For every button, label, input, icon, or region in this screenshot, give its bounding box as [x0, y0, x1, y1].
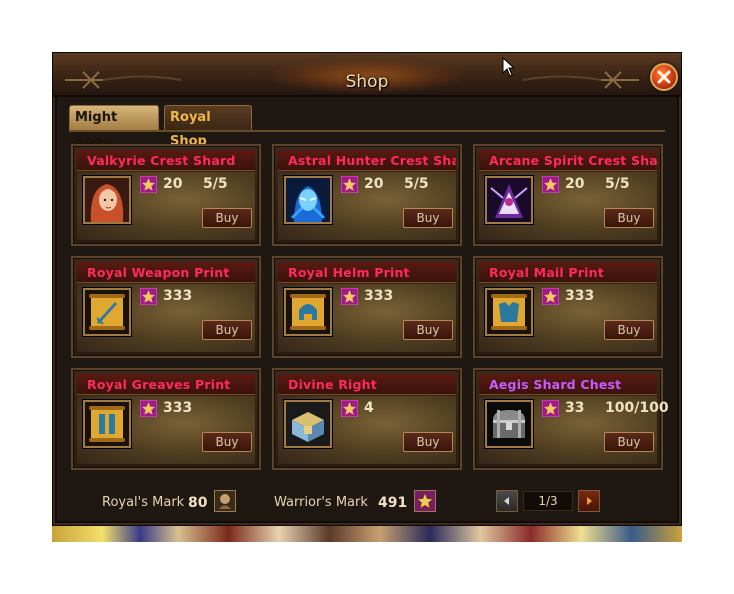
shop-item-card: Divine Right 4 Buy	[272, 368, 462, 470]
shop-item-card: Royal Weapon Print 333 Buy	[71, 256, 261, 358]
buy-button[interactable]: Buy	[403, 320, 453, 340]
title-bar: Shop	[53, 53, 681, 97]
item-name: Valkyrie Crest Shard	[87, 153, 236, 168]
item-purchase-limit: 5/5	[404, 176, 429, 192]
helm-scroll-icon[interactable]	[284, 288, 332, 336]
mail-scroll-icon[interactable]	[485, 288, 533, 336]
item-price: 20	[565, 176, 585, 192]
item-name-banner: Astral Hunter Crest Shard	[278, 150, 456, 171]
item-body: 33 100/100 Buy	[479, 396, 669, 464]
treasure-chest-icon[interactable]	[485, 400, 533, 448]
buy-button[interactable]: Buy	[202, 208, 252, 228]
tab-royal-shop[interactable]: Royal Shop	[164, 105, 252, 149]
close-icon	[657, 70, 671, 84]
item-name: Arcane Spirit Crest Shard	[489, 153, 657, 168]
item-purchase-limit: 5/5	[203, 176, 228, 192]
item-name: Royal Weapon Print	[87, 265, 230, 280]
might-currency-icon	[542, 288, 559, 305]
background-game-strip	[52, 526, 682, 542]
might-currency-icon	[341, 176, 358, 193]
item-name: Royal Greaves Print	[87, 377, 231, 392]
item-name: Aegis Shard Chest	[489, 377, 622, 392]
previous-page-button[interactable]	[496, 490, 518, 512]
item-body: 333 Buy	[278, 284, 456, 352]
item-price: 333	[565, 288, 595, 304]
footer-bar: Royal's Mark 80 Warrior's Mark 491 1/3	[69, 485, 665, 521]
shop-item-card: Aegis Shard Chest 33 100/100 Buy	[473, 368, 669, 470]
item-purchase-limit: 5/5	[605, 176, 630, 192]
tab-might-shop[interactable]: Might Shop	[69, 105, 159, 149]
might-currency-icon	[140, 400, 157, 417]
item-name-banner: Valkyrie Crest Shard	[77, 150, 255, 171]
next-page-button[interactable]	[578, 490, 600, 512]
item-body: 333 Buy	[77, 396, 255, 464]
buy-button[interactable]: Buy	[202, 320, 252, 340]
buy-button[interactable]: Buy	[202, 432, 252, 452]
buy-button[interactable]: Buy	[604, 208, 654, 228]
warrior-mark-icon	[414, 490, 436, 512]
item-body: 4 Buy	[278, 396, 456, 464]
item-name-banner: Divine Right	[278, 374, 456, 395]
shop-window: Shop Might Shop Royal Shop Valkyrie Cres…	[52, 52, 682, 526]
buy-button[interactable]: Buy	[403, 432, 453, 452]
item-name-banner: Aegis Shard Chest	[479, 374, 657, 395]
shop-item-card: Valkyrie Crest Shard 20 5/5 Buy	[71, 144, 261, 246]
page-indicator: 1/3	[523, 491, 573, 511]
arrow-right-icon	[587, 497, 592, 505]
buy-button[interactable]: Buy	[604, 320, 654, 340]
might-currency-icon	[542, 176, 559, 193]
buy-button[interactable]: Buy	[604, 432, 654, 452]
valkyrie-portrait-icon[interactable]	[83, 176, 131, 224]
buy-button[interactable]: Buy	[403, 208, 453, 228]
item-price: 333	[364, 288, 394, 304]
greaves-scroll-icon[interactable]	[83, 400, 131, 448]
item-purchase-limit: 100/100	[605, 400, 669, 416]
close-button[interactable]	[650, 63, 678, 91]
royal-mark-icon	[214, 490, 236, 512]
item-name: Royal Mail Print	[489, 265, 604, 280]
shop-item-card: Royal Greaves Print 333 Buy	[71, 368, 261, 470]
item-body: 20 5/5 Buy	[278, 172, 456, 240]
item-price: 333	[163, 288, 193, 304]
item-name-banner: Royal Weapon Print	[77, 262, 255, 283]
astral-hunter-portrait-icon[interactable]	[284, 176, 332, 224]
might-currency-icon	[140, 288, 157, 305]
warrior-mark-value: 491	[378, 495, 408, 511]
item-name-banner: Royal Helm Print	[278, 262, 456, 283]
royal-mark-label: Royal's Mark	[102, 495, 185, 510]
might-currency-icon	[341, 400, 358, 417]
might-currency-icon	[140, 176, 157, 193]
arcane-spirit-portrait-icon[interactable]	[485, 176, 533, 224]
item-name: Divine Right	[288, 377, 377, 392]
might-currency-icon	[542, 400, 559, 417]
divine-right-chest-icon[interactable]	[284, 400, 332, 448]
might-currency-icon	[341, 288, 358, 305]
arrow-left-icon	[504, 497, 509, 505]
item-body: 333 Buy	[77, 284, 255, 352]
item-body: 333 Buy	[479, 284, 657, 352]
item-name: Royal Helm Print	[288, 265, 410, 280]
window-title: Shop	[345, 72, 389, 92]
item-name: Astral Hunter Crest Shard	[288, 153, 456, 168]
shop-item-card: Astral Hunter Crest Shard 20 5/5 Buy	[272, 144, 462, 246]
item-price: 333	[163, 400, 193, 416]
item-name-banner: Royal Greaves Print	[77, 374, 255, 395]
shop-item-card: Royal Helm Print 333 Buy	[272, 256, 462, 358]
royal-mark-value: 80	[188, 495, 208, 511]
item-body: 20 5/5 Buy	[77, 172, 255, 240]
item-price: 4	[364, 400, 374, 416]
warrior-mark-label: Warrior's Mark	[274, 495, 368, 510]
item-body: 20 5/5 Buy	[479, 172, 657, 240]
weapon-scroll-icon[interactable]	[83, 288, 131, 336]
mouse-cursor-icon	[502, 57, 516, 77]
shop-item-card: Royal Mail Print 333 Buy	[473, 256, 663, 358]
item-price: 33	[565, 400, 585, 416]
item-name-banner: Royal Mail Print	[479, 262, 657, 283]
shop-item-card: Arcane Spirit Crest Shard 20 5/5 Buy	[473, 144, 663, 246]
item-name-banner: Arcane Spirit Crest Shard	[479, 150, 657, 171]
item-price: 20	[163, 176, 183, 192]
item-price: 20	[364, 176, 384, 192]
